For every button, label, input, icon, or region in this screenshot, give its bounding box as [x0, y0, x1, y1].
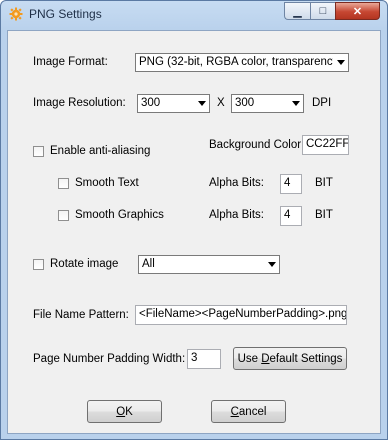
close-icon: ✕	[352, 5, 363, 18]
smooth-text-checkbox[interactable]	[58, 178, 69, 189]
smooth-text-bit-unit: BIT	[315, 177, 333, 189]
chevron-down-icon[interactable]	[264, 256, 279, 273]
maximize-icon: □	[319, 5, 327, 17]
use-default-settings-button[interactable]: Use Default Settings	[233, 347, 347, 370]
use-default-settings-label: Use Default Settings	[237, 352, 343, 365]
smooth-graphics-label[interactable]: Smooth Graphics	[75, 209, 164, 221]
maximize-button[interactable]: □	[310, 2, 335, 20]
smooth-text-label[interactable]: Smooth Text	[75, 177, 139, 189]
resolution-x-value: 300	[141, 97, 161, 109]
png-settings-window: PNG Settings ▁ □ ✕ Image Format: PNG (32…	[0, 0, 388, 440]
smooth-graphics-alpha-label: Alpha Bits:	[209, 209, 264, 221]
smooth-text-alpha-label: Alpha Bits:	[209, 177, 264, 189]
image-format-value: PNG (32-bit, RGBA color, transparency)	[139, 56, 343, 68]
minimize-icon: ▁	[293, 5, 302, 18]
rotate-image-checkbox[interactable]	[33, 259, 44, 270]
minimize-button[interactable]: ▁	[284, 2, 310, 20]
anti-aliasing-label[interactable]: Enable anti-aliasing	[50, 145, 150, 157]
smooth-graphics-alpha-input[interactable]: 4	[280, 206, 302, 226]
smooth-graphics-checkbox[interactable]	[58, 210, 69, 221]
rotate-image-label[interactable]: Rotate image	[50, 258, 118, 270]
image-format-select[interactable]: PNG (32-bit, RGBA color, transparency)	[135, 53, 349, 72]
chevron-down-icon[interactable]	[194, 95, 209, 112]
smooth-text-alpha-input[interactable]: 4	[280, 174, 302, 194]
gear-icon	[9, 7, 23, 21]
cancel-button[interactable]: Cancel	[211, 400, 286, 423]
padding-width-input[interactable]: 3	[187, 349, 221, 369]
resolution-y-value: 300	[235, 97, 255, 109]
resolution-separator: X	[217, 97, 225, 109]
cancel-label: Cancel	[230, 405, 267, 418]
title-bar[interactable]: PNG Settings ▁ □ ✕	[1, 1, 387, 29]
anti-aliasing-checkbox[interactable]	[33, 146, 44, 157]
chevron-down-icon[interactable]	[288, 95, 303, 112]
dpi-unit-label: DPI	[312, 97, 332, 109]
background-color-input[interactable]: CC22FF	[302, 135, 349, 155]
image-format-label: Image Format:	[33, 56, 108, 68]
file-name-pattern-input[interactable]: <FileName><PageNumberPadding>.png	[135, 305, 347, 325]
ok-label: OK	[116, 405, 133, 418]
window-title: PNG Settings	[29, 7, 102, 21]
padding-width-label: Page Number Padding Width:	[33, 353, 186, 365]
file-name-pattern-label: File Name Pattern:	[33, 309, 129, 321]
ok-button[interactable]: OK	[87, 400, 162, 423]
rotate-select[interactable]: All	[138, 255, 280, 274]
image-resolution-label: Image Resolution:	[33, 97, 126, 109]
resolution-y-select[interactable]: 300	[231, 94, 304, 113]
resolution-x-select[interactable]: 300	[137, 94, 210, 113]
background-color-label: Background Color:	[209, 139, 305, 151]
close-button[interactable]: ✕	[335, 2, 380, 20]
rotate-value: All	[142, 258, 155, 270]
smooth-graphics-bit-unit: BIT	[315, 209, 333, 221]
dialog-body: Image Format: PNG (32-bit, RGBA color, t…	[7, 30, 381, 434]
chevron-down-icon[interactable]	[333, 54, 348, 71]
